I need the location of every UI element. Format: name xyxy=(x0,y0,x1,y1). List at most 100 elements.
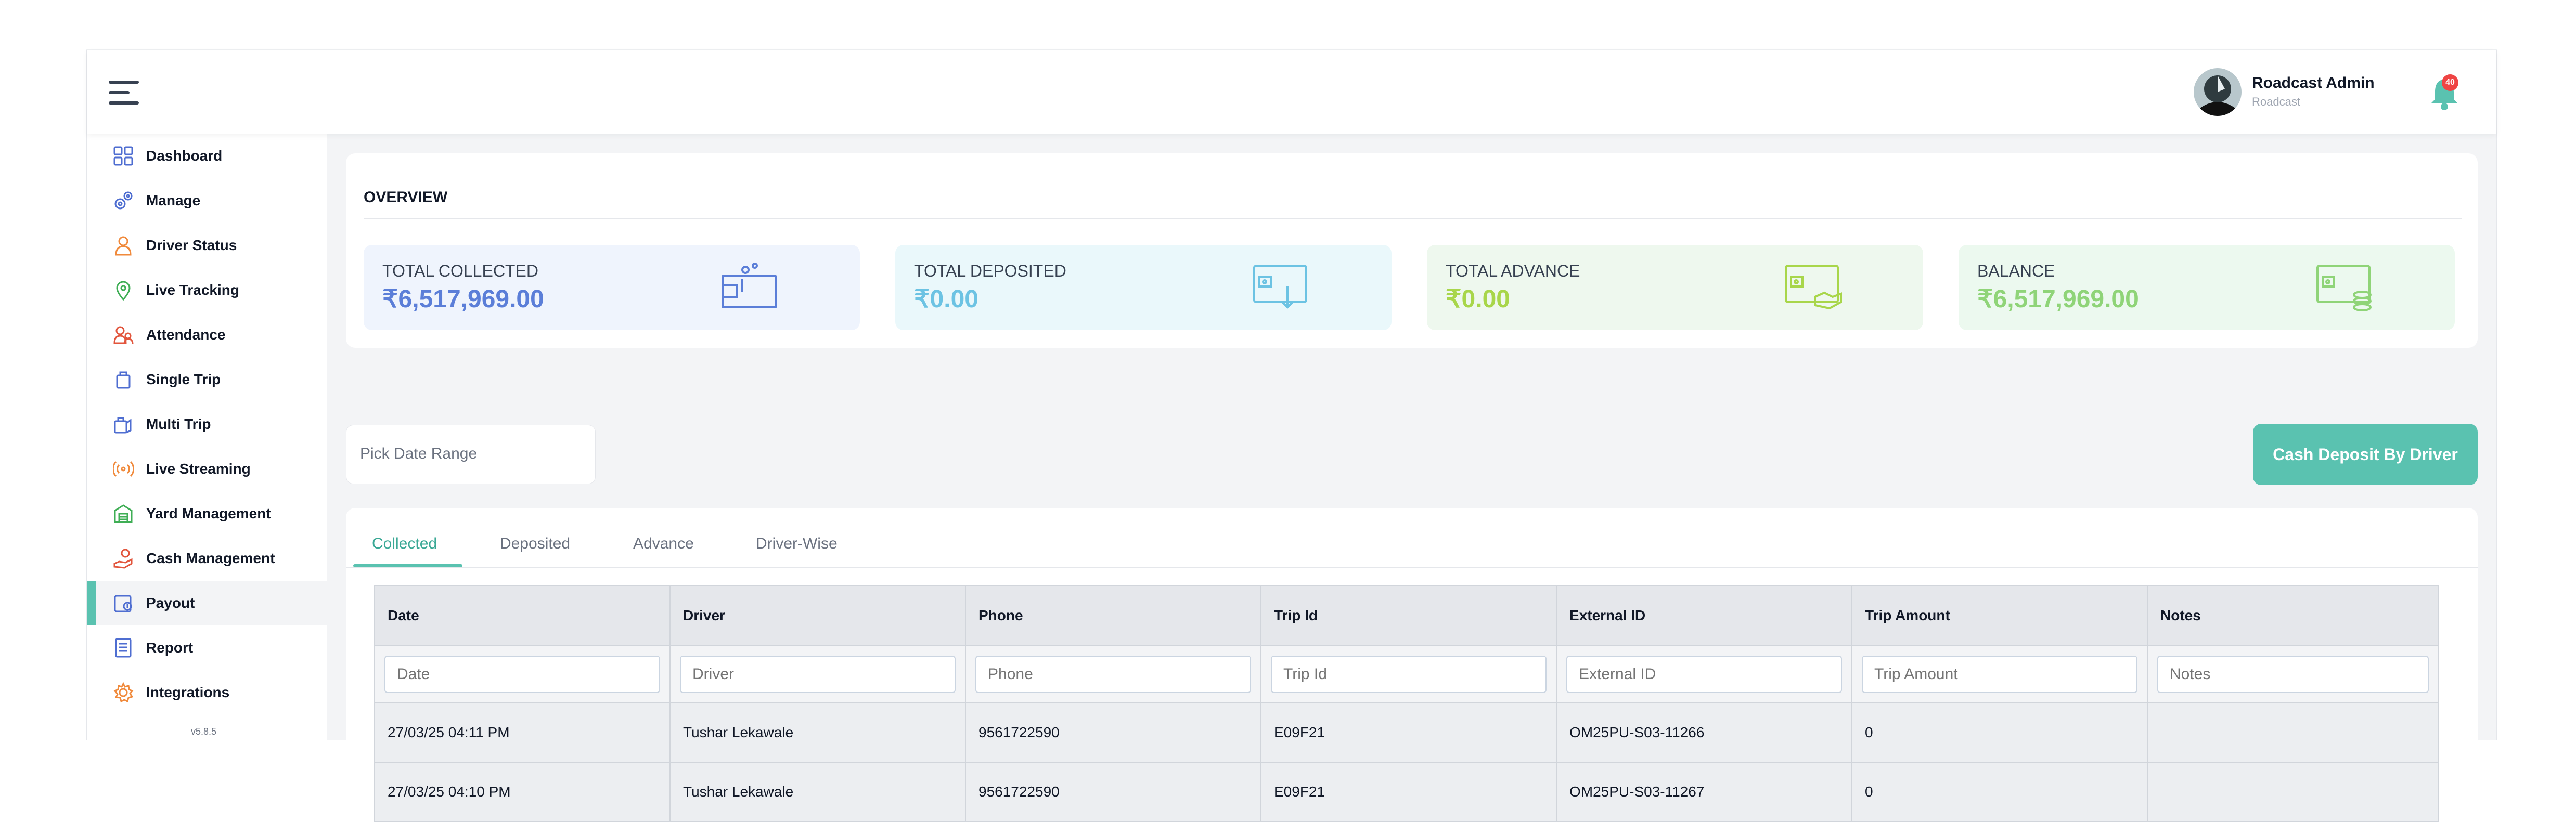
wallet-balance-icon xyxy=(2316,265,2372,311)
sidebar-item-report[interactable]: Report xyxy=(87,625,327,670)
user-org: Roadcast xyxy=(2252,95,2300,108)
filter-cell xyxy=(2147,645,2439,703)
column-header[interactable]: Date xyxy=(374,585,671,646)
sidebar-item-label: Integrations xyxy=(146,684,230,700)
notes-filter-input[interactable] xyxy=(2157,656,2429,693)
table-cell: 27/03/25 04:10 PM xyxy=(374,762,671,822)
notification-badge: 40 xyxy=(2442,74,2458,91)
overview-title: OVERVIEW xyxy=(364,189,448,206)
column-header[interactable]: External ID xyxy=(1556,585,1852,646)
column-header[interactable]: Trip Id xyxy=(1260,585,1557,646)
version-label: v5.8.5 xyxy=(191,726,217,737)
table-row[interactable]: 27/03/25 04:11 PM Tushar Lekawale 956172… xyxy=(374,702,2439,763)
app-frame: Roadcast Admin Roadcast 40 Dashboard Man… xyxy=(86,49,2497,822)
phone-filter-input[interactable] xyxy=(975,656,1251,693)
table-cell: 27/03/25 04:11 PM xyxy=(374,702,671,763)
people-icon xyxy=(113,324,134,345)
sidebar-item-attendance[interactable]: Attendance xyxy=(87,312,327,357)
sidebar-item-label: Yard Management xyxy=(146,505,271,521)
settings-cog-icon xyxy=(113,682,134,703)
stat-value: ₹6,517,969.00 xyxy=(1977,285,2139,313)
filter-cell xyxy=(374,645,671,703)
sidebar-item-single-trip[interactable]: Single Trip xyxy=(87,357,327,402)
column-header[interactable]: Notes xyxy=(2147,585,2439,646)
tab-advance[interactable]: Advance xyxy=(633,535,694,553)
menu-line xyxy=(109,91,130,94)
external-id-filter-input[interactable] xyxy=(1566,656,1842,693)
trip-id-filter-input[interactable] xyxy=(1271,656,1547,693)
table-cell xyxy=(2147,702,2439,763)
filter-cell xyxy=(965,645,1261,703)
collected-table: Date Driver Phone Trip Id External ID Tr… xyxy=(374,585,2439,822)
table-cell: 0 xyxy=(1851,762,2148,822)
table-cell: E09F21 xyxy=(1260,762,1557,822)
sidebar-item-label: Single Trip xyxy=(146,371,221,387)
sidebar-item-multi-trip[interactable]: Multi Trip xyxy=(87,402,327,447)
column-header[interactable]: Trip Amount xyxy=(1851,585,2148,646)
column-header[interactable]: Driver xyxy=(669,585,966,646)
table-header-row: Date Driver Phone Trip Id External ID Tr… xyxy=(374,585,2439,646)
broadcast-icon xyxy=(113,459,134,479)
report-icon xyxy=(113,637,134,658)
gears-icon xyxy=(113,190,134,211)
table-cell: OM25PU-S03-11266 xyxy=(1556,702,1852,763)
column-header[interactable]: Phone xyxy=(965,585,1261,646)
stat-total-advance: TOTAL ADVANCE ₹0.00 xyxy=(1427,245,1923,330)
sidebar-item-label: Driver Status xyxy=(146,237,237,253)
table-cell: Tushar Lekawale xyxy=(669,762,966,822)
date-filter-input[interactable] xyxy=(384,656,660,693)
trip-amount-filter-input[interactable] xyxy=(1862,656,2137,693)
avatar-image-icon xyxy=(2194,68,2242,116)
sidebar-item-live-tracking[interactable]: Live Tracking xyxy=(87,268,327,312)
stat-total-deposited: TOTAL DEPOSITED ₹0.00 xyxy=(895,245,1392,330)
filter-cell xyxy=(1260,645,1557,703)
table-cell: OM25PU-S03-11267 xyxy=(1556,762,1852,822)
avatar[interactable] xyxy=(2194,68,2242,116)
sidebar-item-integrations[interactable]: Integrations xyxy=(87,670,327,715)
tab-driver-wise[interactable]: Driver-Wise xyxy=(756,535,838,553)
sidebar-item-dashboard[interactable]: Dashboard xyxy=(87,134,327,178)
sidebar-item-label: Dashboard xyxy=(146,148,223,164)
wallet-deposit-icon xyxy=(1253,265,1307,309)
divider xyxy=(364,218,2462,219)
table-cell xyxy=(2147,762,2439,822)
sidebar-item-label: Attendance xyxy=(146,327,226,343)
sidebar-item-payout[interactable]: Payout xyxy=(87,581,327,625)
sidebar-item-yard-management[interactable]: Yard Management xyxy=(87,491,327,536)
sidebar-item-label: Multi Trip xyxy=(146,416,211,432)
sidebar-item-driver-status[interactable]: Driver Status xyxy=(87,223,327,268)
driver-filter-input[interactable] xyxy=(680,656,956,693)
table-cell: Tushar Lekawale xyxy=(669,702,966,763)
table-row[interactable]: 27/03/25 04:10 PM Tushar Lekawale 956172… xyxy=(374,762,2439,822)
payout-icon xyxy=(113,593,134,614)
tab-collected[interactable]: Collected xyxy=(372,535,437,553)
sidebar-item-label: Report xyxy=(146,640,194,656)
table-cell: E09F21 xyxy=(1260,702,1557,763)
wallet-collect-icon xyxy=(722,263,777,308)
wallet-advance-icon xyxy=(1785,265,1842,310)
tabs-card: Collected Deposited Advance Driver-Wise … xyxy=(346,508,2478,822)
sidebar-item-label: Cash Management xyxy=(146,550,275,566)
date-range-picker[interactable]: Pick Date Range xyxy=(346,425,596,484)
stat-value: ₹0.00 xyxy=(1446,285,1510,313)
sidebar-item-cash-management[interactable]: Cash Management xyxy=(87,536,327,581)
sidebar-item-manage[interactable]: Manage xyxy=(87,178,327,223)
menu-line xyxy=(109,81,139,84)
bags-icon xyxy=(113,414,134,435)
filter-cell xyxy=(1851,645,2148,703)
stat-label: TOTAL COLLECTED xyxy=(382,262,538,280)
sidebar-item-label: Live Tracking xyxy=(146,282,239,298)
cash-deposit-by-driver-button[interactable]: Cash Deposit By Driver xyxy=(2253,424,2478,485)
stat-balance: BALANCE ₹6,517,969.00 xyxy=(1959,245,2455,330)
table-cell: 9561722590 xyxy=(965,702,1261,763)
stat-label: BALANCE xyxy=(1977,262,2055,280)
user-name[interactable]: Roadcast Admin xyxy=(2252,74,2375,92)
table-cell: 9561722590 xyxy=(965,762,1261,822)
sidebar-item-live-streaming[interactable]: Live Streaming xyxy=(87,447,327,491)
filter-cell xyxy=(1556,645,1852,703)
top-bar: Roadcast Admin Roadcast 40 xyxy=(87,50,2496,134)
menu-toggle-icon[interactable] xyxy=(109,81,139,105)
tab-deposited[interactable]: Deposited xyxy=(500,535,570,553)
filter-cell xyxy=(669,645,966,703)
person-icon xyxy=(113,235,134,256)
